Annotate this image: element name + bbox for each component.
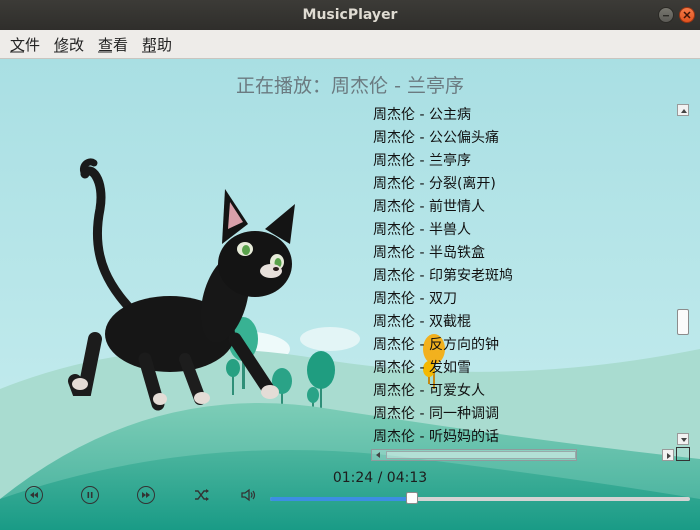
shuffle-icon (195, 489, 209, 501)
progress-fill (270, 497, 412, 501)
triangle-right-icon (667, 453, 671, 459)
horizontal-scroll-thumb[interactable] (386, 451, 576, 459)
triangle-left-icon (376, 452, 380, 458)
playlist-item[interactable]: 周杰伦 - 分裂(离开) (373, 173, 496, 195)
playlist-item[interactable]: 周杰伦 - 同一种调调 (373, 403, 499, 425)
triangle-down-icon (681, 438, 687, 442)
scroll-up-button[interactable] (677, 104, 689, 116)
window-title: MusicPlayer (302, 7, 398, 23)
pause-button[interactable] (81, 486, 99, 504)
menu-mnemonic-underlines (10, 51, 156, 53)
playlist-item[interactable]: 周杰伦 - 听妈妈的话 (373, 426, 499, 448)
skip-forward-icon (142, 492, 150, 498)
playlist-item[interactable]: 周杰伦 - 前世情人 (373, 196, 485, 218)
playlist-item[interactable]: 周杰伦 - 公主病 (373, 104, 471, 126)
progress-slider[interactable] (270, 492, 690, 504)
next-button[interactable] (137, 486, 155, 504)
triangle-up-icon (681, 109, 687, 113)
time-display: 01:24 / 04:13 (0, 470, 700, 486)
menu-bar: 文件 修改 查看 帮助 (0, 30, 700, 59)
scroll-down-button[interactable] (677, 433, 689, 445)
horizontal-scrollbar[interactable] (371, 449, 577, 461)
playlist-item[interactable]: 周杰伦 - 反方向的钟 (373, 334, 499, 356)
skip-back-icon (30, 492, 38, 498)
scroll-corner (676, 447, 690, 461)
previous-button[interactable] (25, 486, 43, 504)
shuffle-button[interactable] (193, 487, 211, 507)
playlist-item[interactable]: 周杰伦 - 双截棍 (373, 311, 471, 333)
scroll-right-button[interactable] (662, 449, 674, 461)
playlist: 周杰伦 - 公主病 周杰伦 - 公公偏头痛 周杰伦 - 兰亭序 周杰伦 - 分裂… (370, 104, 670, 450)
minimize-icon (663, 15, 669, 17)
title-bar: MusicPlayer (0, 0, 700, 30)
time-text: 01:24 / 04:13 (332, 470, 428, 486)
now-playing-label: 正在播放：周杰伦 - 兰亭序 (236, 75, 464, 97)
playlist-item[interactable]: 周杰伦 - 公公偏头痛 (373, 127, 499, 149)
close-button[interactable] (679, 7, 695, 23)
playlist-item[interactable]: 周杰伦 - 双刀 (373, 288, 457, 310)
playlist-item[interactable]: 周杰伦 - 兰亭序 (373, 150, 471, 172)
playlist-item[interactable]: 周杰伦 - 半兽人 (373, 219, 471, 241)
playlist-item[interactable]: 周杰伦 - 半岛铁盒 (373, 242, 485, 264)
volume-icon (241, 488, 256, 502)
minimize-button[interactable] (658, 7, 674, 23)
close-icon (683, 11, 691, 19)
progress-handle[interactable] (405, 492, 418, 504)
pause-icon (87, 492, 93, 498)
playlist-item[interactable]: 周杰伦 - 可爱女人 (373, 380, 485, 402)
vertical-scroll-thumb[interactable] (677, 309, 689, 335)
playlist-item[interactable]: 周杰伦 - 发如雪 (373, 357, 471, 379)
volume-button[interactable] (240, 487, 258, 507)
music-player-window: MusicPlayer 文件 修改 查看 帮助 正在播放：周杰伦 - 兰亭序 周… (0, 0, 700, 530)
playlist-item[interactable]: 周杰伦 - 印第安老斑鸠 (373, 265, 513, 287)
